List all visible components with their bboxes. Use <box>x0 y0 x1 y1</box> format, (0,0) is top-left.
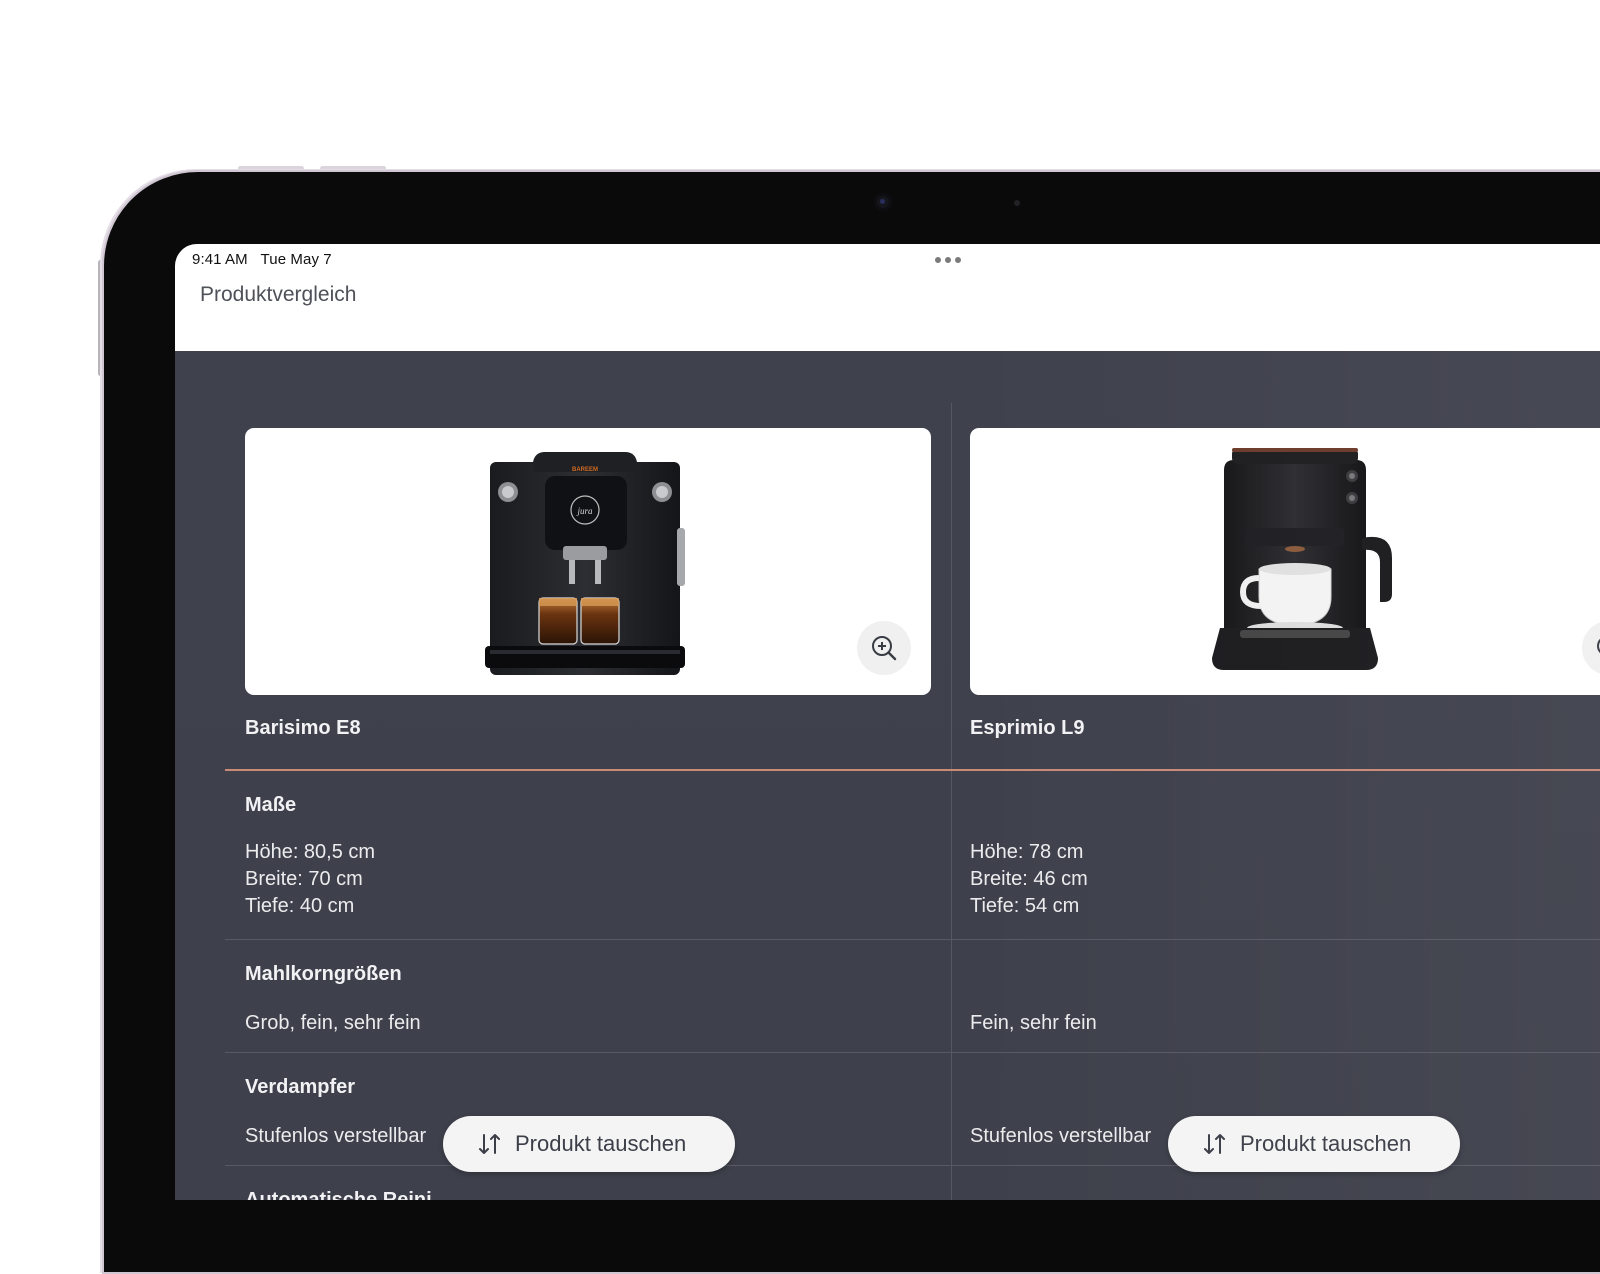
grind-sizes-value: Grob, fein, sehr fein <box>245 1012 421 1034</box>
status-time: 9:41 AM Tue May 7 <box>192 251 332 268</box>
dimension-height: Höhe: 80,5 cm <box>245 841 376 863</box>
front-camera <box>874 193 892 211</box>
steamer-value: Stufenlos verstellbar <box>245 1125 427 1147</box>
section-title-next: Automatische Reini <box>245 1189 432 1200</box>
header-accent-line <box>225 769 1600 771</box>
swap-product-label: Produkt tauschen <box>515 1131 687 1156</box>
product-name: Barisimo E8 <box>245 717 361 739</box>
product-image-card: BAREEM jura <box>245 428 931 695</box>
grind-sizes-value: Fein, sehr fein <box>970 1012 1097 1034</box>
zoom-in-icon <box>1597 638 1600 654</box>
svg-text:jura: jura <box>576 506 593 516</box>
top-bar: 9:41 AM Tue May 7 Produktvergleich <box>175 244 1600 351</box>
dimension-height: Höhe: 78 cm <box>970 841 1084 863</box>
zoom-in-icon <box>872 636 897 661</box>
camera-sensor <box>1014 200 1020 206</box>
dimension-depth: Tiefe: 40 cm <box>245 895 355 917</box>
row-divider <box>225 939 1600 940</box>
screen: 9:41 AM Tue May 7 Produktvergleich BAREE… <box>175 244 1600 1200</box>
dimension-width: Breite: 70 cm <box>245 868 363 890</box>
coffee-maker-image <box>1212 448 1392 670</box>
dimension-width: Breite: 46 cm <box>970 868 1088 890</box>
steamer-value: Stufenlos verstellbar <box>970 1125 1152 1147</box>
product-image-card <box>970 428 1600 695</box>
multitasking-dots-icon[interactable] <box>935 257 961 263</box>
dimension-depth: Tiefe: 54 cm <box>970 895 1080 917</box>
swap-product-button[interactable]: Produkt tauschen <box>1168 1116 1460 1172</box>
swap-arrows-icon <box>479 1134 500 1154</box>
dimensions-list: Höhe: 78 cm Breite: 46 cm Tiefe: 54 cm <box>970 839 1088 920</box>
swap-arrows-icon <box>1204 1134 1225 1154</box>
swap-product-button[interactable]: Produkt tauschen <box>443 1116 735 1172</box>
page-title: Produktvergleich <box>200 283 357 306</box>
section-title-mahlkorn: Mahlkorngrößen <box>245 963 402 985</box>
status-date: Tue May 7 <box>260 251 332 268</box>
swap-product-label: Produkt tauschen <box>1240 1131 1412 1156</box>
section-title-masse: Maße <box>245 794 297 816</box>
section-title-verdampfer: Verdampfer <box>245 1076 356 1098</box>
row-divider <box>225 1052 1600 1053</box>
product-name: Esprimio L9 <box>970 717 1085 739</box>
status-clock: 9:41 AM <box>192 251 248 268</box>
comparison-content[interactable]: BAREEM jura Barisimo E8 Maße Höhe: 80,5 … <box>175 351 1600 1200</box>
machine-brand-label: BAREEM <box>572 467 598 473</box>
zoom-button[interactable] <box>857 621 911 675</box>
espresso-machine-image: BAREEM jura <box>485 452 685 675</box>
dimensions-list: Höhe: 80,5 cm Breite: 70 cm Tiefe: 40 cm <box>245 839 375 920</box>
column-divider <box>951 403 952 1200</box>
